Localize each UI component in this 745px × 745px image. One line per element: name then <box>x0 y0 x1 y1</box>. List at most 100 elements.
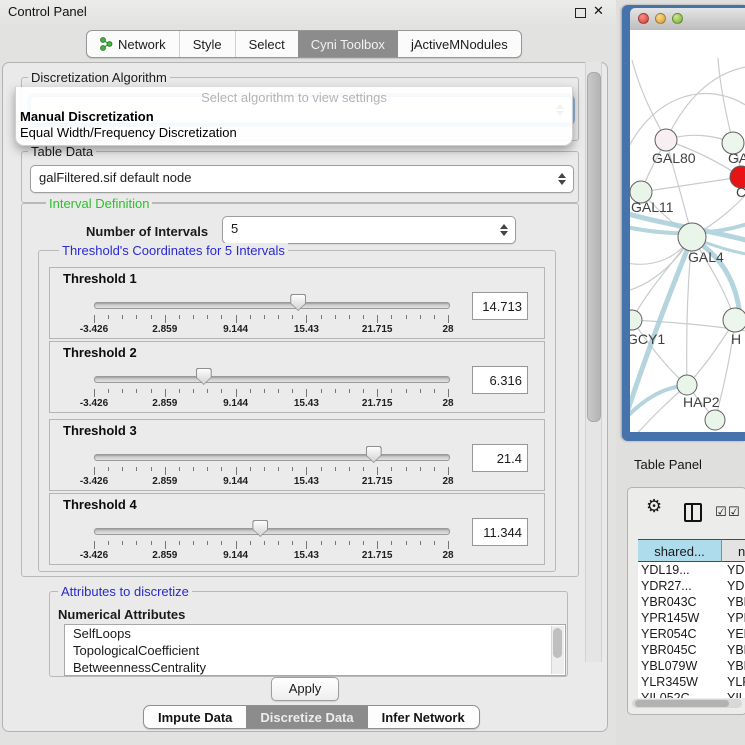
slider-track[interactable] <box>94 454 450 461</box>
cell-name[interactable]: YPR1 <box>722 610 745 626</box>
tick-mark <box>448 467 449 475</box>
tick-mark <box>94 467 95 475</box>
tick-mark <box>94 541 95 549</box>
number-of-intervals-combobox[interactable]: 5 <box>222 216 516 244</box>
tick-mark <box>250 315 251 319</box>
list-scrollbar[interactable] <box>551 626 564 674</box>
scrollbar-thumb[interactable] <box>553 628 562 658</box>
gear-icon[interactable]: ⚙ <box>646 496 662 517</box>
cell-name[interactable]: YBR0 <box>722 594 745 610</box>
table-row[interactable]: YBL079WYBL0 <box>638 658 745 674</box>
node-hap2[interactable] <box>677 375 697 395</box>
dropdown-option-equal-width[interactable]: Equal Width/Frequency Discretization <box>20 125 237 140</box>
combo-arrows-icon[interactable] <box>500 223 508 237</box>
cell-name[interactable]: YLR3 <box>722 674 745 690</box>
attribute-item[interactable]: TopologicalCoefficient <box>65 642 565 659</box>
float-window-icon[interactable] <box>575 8 586 18</box>
slider-track[interactable] <box>94 376 450 383</box>
slider-scale: -3.4262.8599.14415.4321.71528 <box>94 324 448 336</box>
cell-name[interactable]: YBR0 <box>722 642 745 658</box>
network-canvas[interactable]: GAL80 GA C GAL11 GAL4 GCY1 H HAP2 <box>630 30 745 432</box>
thumb-face <box>367 447 381 462</box>
close-icon[interactable]: ✕ <box>593 3 604 19</box>
tick-mark <box>306 541 307 549</box>
cell-shared-name[interactable]: YER054C <box>638 626 722 642</box>
node-h[interactable] <box>723 308 745 332</box>
node-bottom[interactable] <box>705 410 725 430</box>
threshold-value-box[interactable]: 11.344 <box>472 518 528 546</box>
slider-track[interactable] <box>94 302 450 309</box>
tick-mark <box>151 541 152 545</box>
cell-shared-name[interactable]: YLR345W <box>638 674 722 690</box>
tab-cyni-toolbox[interactable]: Cyni Toolbox <box>298 31 398 57</box>
node-gcy1[interactable] <box>630 310 642 330</box>
threshold-value-box[interactable]: 14.713 <box>472 292 528 320</box>
tab-impute-data[interactable]: Impute Data <box>144 706 246 728</box>
cell-name[interactable]: YER0 <box>722 626 745 642</box>
cell-shared-name[interactable]: YBR043C <box>638 594 722 610</box>
table-row[interactable]: YDL19...YDL1 <box>638 562 745 578</box>
tick-mark <box>236 315 237 323</box>
table-row[interactable]: YLR345WYLR3 <box>638 674 745 690</box>
table-row[interactable]: YDR27...YDR2 <box>638 578 745 594</box>
checkbox-icon[interactable]: ☑ <box>715 504 727 520</box>
tab-select[interactable]: Select <box>235 31 298 57</box>
checkbox-icon[interactable]: ☑ <box>728 504 740 520</box>
table-hscrollbar-track[interactable] <box>632 699 742 708</box>
cell-name[interactable]: YDL1 <box>722 562 745 578</box>
column-header-shared-name[interactable]: shared... <box>638 539 722 562</box>
tab-jactivemnodules[interactable]: jActiveMNodules <box>398 31 521 57</box>
slider-thumb[interactable] <box>290 294 306 311</box>
tab-infer-network[interactable]: Infer Network <box>368 706 479 728</box>
node-label: H <box>731 331 741 347</box>
cell-shared-name[interactable]: YPR145W <box>638 610 722 626</box>
minimize-traffic-light[interactable] <box>655 13 666 24</box>
node-label: GCY1 <box>630 331 665 347</box>
node-label: GAL4 <box>688 249 724 265</box>
cell-name[interactable]: YDR2 <box>722 578 745 594</box>
tick-mark <box>165 541 166 549</box>
tick-mark <box>377 541 378 549</box>
column-layout-icon[interactable] <box>684 503 702 522</box>
group-title: Table Data <box>28 144 96 159</box>
combo-arrows-icon[interactable] <box>558 172 566 186</box>
control-panel-window: Control Panel ✕ Network Style Select <box>0 0 616 745</box>
dropdown-option-manual[interactable]: Manual Discretization <box>20 109 154 124</box>
slider-thumb[interactable] <box>252 520 268 537</box>
zoom-traffic-light[interactable] <box>672 13 683 24</box>
tab-style[interactable]: Style <box>179 31 235 57</box>
node-gal80[interactable] <box>655 129 677 151</box>
attribute-item[interactable]: SelfLoops <box>65 625 565 642</box>
cell-name[interactable]: YBL0 <box>722 658 745 674</box>
cell-shared-name[interactable]: YBR045C <box>638 642 722 658</box>
table-row[interactable]: YBR045CYBR0 <box>638 642 745 658</box>
threshold-value-box[interactable]: 6.316 <box>472 366 528 394</box>
cell-shared-name[interactable]: YDR27... <box>638 578 722 594</box>
tick-mark <box>306 467 307 475</box>
attribute-item[interactable]: BetweennessCentrality <box>65 659 565 676</box>
slider-track[interactable] <box>94 528 450 535</box>
cell-shared-name[interactable]: YBL079W <box>638 658 722 674</box>
node-gal4[interactable] <box>678 223 706 251</box>
table-row[interactable]: YBR043CYBR0 <box>638 594 745 610</box>
table-row[interactable]: YER054CYER0 <box>638 626 745 642</box>
interval-definition-group: Interval Definition Number of Intervals … <box>21 203 579 577</box>
threshold-value-box[interactable]: 21.4 <box>472 444 528 472</box>
table-hscrollbar-thumb[interactable] <box>635 700 729 707</box>
cell-shared-name[interactable]: YDL19... <box>638 562 722 578</box>
tab-discretize-data[interactable]: Discretize Data <box>246 706 367 728</box>
cell-name[interactable]: YIL0 <box>722 690 745 698</box>
column-header-name[interactable]: na <box>722 539 745 562</box>
tab-network[interactable]: Network <box>87 31 179 57</box>
table-data-combobox[interactable]: galFiltered.sif default node <box>30 165 574 193</box>
panel-scrollbar-thumb[interactable] <box>587 72 601 422</box>
table-row[interactable]: YPR145WYPR1 <box>638 610 745 626</box>
apply-button[interactable]: Apply <box>271 677 339 701</box>
cell-shared-name[interactable]: YIL052C <box>638 690 722 698</box>
close-traffic-light[interactable] <box>638 13 649 24</box>
table-row[interactable]: YIL052CYIL0 <box>638 690 745 698</box>
slider-thumb[interactable] <box>196 368 212 385</box>
tick-mark <box>236 541 237 549</box>
slider-thumb[interactable] <box>366 446 382 463</box>
numerical-attributes-list[interactable]: SelfLoopsTopologicalCoefficientBetweenne… <box>64 624 566 676</box>
